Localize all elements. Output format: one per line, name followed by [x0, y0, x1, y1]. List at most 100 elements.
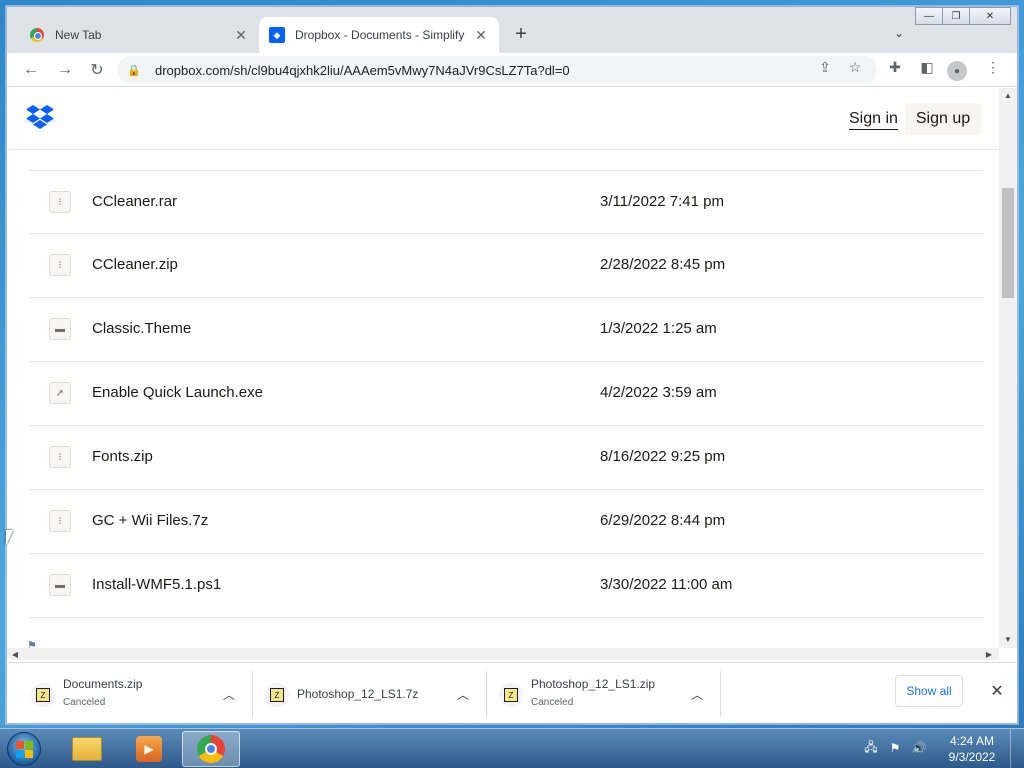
show-desktop-button[interactable]: [1010, 729, 1024, 768]
profile-avatar[interactable]: ●: [947, 61, 967, 81]
windows-logo-icon: [7, 732, 41, 766]
generic-file-icon: ▬: [49, 574, 71, 596]
generic-file-icon: ▬: [49, 318, 71, 340]
flag-icon: ⚑: [27, 640, 37, 648]
chevron-up-icon[interactable]: ︿: [220, 685, 238, 703]
minimize-button[interactable]: —: [915, 7, 943, 25]
clock-time: 4:24 AM: [949, 734, 995, 748]
taskbar: ▶ 🖧 ⚑ 🔊 4:24 AM 9/3/2022: [0, 728, 1024, 768]
zip-file-icon: Z: [265, 683, 289, 707]
chevron-up-icon[interactable]: ︿: [688, 685, 706, 703]
start-button[interactable]: [4, 730, 44, 768]
horizontal-scrollbar[interactable]: ◀ ▶: [7, 648, 999, 660]
file-row[interactable]: ⁝ CCleaner.rar 3/11/2022 7:41 pm: [29, 170, 983, 234]
show-all-button[interactable]: Show all: [895, 675, 963, 707]
network-icon[interactable]: 🖧: [862, 739, 880, 757]
archive-file-icon: ⁝: [49, 254, 71, 276]
file-date: 3/30/2022 11:00 am: [600, 576, 733, 593]
download-status: Canceled: [63, 697, 106, 708]
new-tab-button[interactable]: +: [509, 22, 533, 46]
folder-icon: [72, 737, 102, 761]
file-name[interactable]: GC + Wii Files.7z: [92, 512, 208, 529]
file-row[interactable]: ➚ Enable Quick Launch.exe 4/2/2022 3:59 …: [29, 362, 983, 426]
scroll-right-arrow-icon[interactable]: ▶: [983, 649, 995, 659]
tab-title: New Tab: [55, 28, 102, 42]
vertical-scrollbar[interactable]: ▲ ▼: [999, 88, 1017, 648]
close-icon[interactable]: ✕: [473, 27, 489, 43]
archive-file-icon: ⁝: [49, 510, 71, 532]
window-close-button[interactable]: ✕: [969, 7, 1011, 25]
sign-up-button[interactable]: Sign up: [905, 103, 981, 135]
dropbox-logo-icon[interactable]: [25, 104, 55, 130]
download-item[interactable]: Z Documents.zip Canceled ︿: [19, 671, 253, 717]
reload-button[interactable]: ↻: [85, 58, 109, 82]
file-row[interactable]: ⁝ CCleaner.zip 2/28/2022 8:45 pm: [29, 234, 983, 298]
close-downloads-icon[interactable]: ✕: [985, 679, 1009, 703]
zip-file-icon: Z: [31, 683, 55, 707]
window-controls: — ❐ ✕: [915, 7, 1011, 25]
browser-window: New Tab ✕ ◆ Dropbox - Documents - Simpli…: [6, 6, 1018, 724]
file-row[interactable]: ▬ Classic.Theme 1/3/2022 1:25 am: [29, 298, 983, 362]
download-name: Photoshop_12_LS1.zip: [531, 677, 656, 691]
back-button[interactable]: ←: [19, 58, 43, 82]
chrome-icon: [197, 735, 225, 763]
file-name[interactable]: Fonts.zip: [92, 448, 153, 465]
file-name[interactable]: Install-WMF5.1.ps1: [92, 576, 221, 593]
dropbox-header: Sign in Sign up: [7, 88, 999, 150]
share-icon[interactable]: ⇪: [815, 57, 835, 77]
extensions-icon[interactable]: ✚: [885, 57, 905, 77]
file-name[interactable]: Enable Quick Launch.exe: [92, 384, 263, 401]
chrome-icon: [29, 27, 45, 43]
taskbar-explorer[interactable]: [58, 731, 116, 767]
download-item[interactable]: Z Photoshop_12_LS1.7z ︿: [253, 671, 487, 717]
tab-new-tab[interactable]: New Tab ✕: [19, 17, 259, 53]
clock-date: 9/3/2022: [948, 750, 996, 764]
download-item[interactable]: Z Photoshop_12_LS1.zip Canceled ︿: [487, 671, 721, 717]
lock-icon[interactable]: 🔒: [127, 63, 141, 77]
file-name[interactable]: Classic.Theme: [92, 320, 191, 337]
volume-icon[interactable]: 🔊: [910, 739, 928, 757]
forward-button[interactable]: →: [53, 58, 77, 82]
file-row[interactable]: ⁝ GC + Wii Files.7z 6/29/2022 8:44 pm: [29, 490, 983, 554]
restore-button[interactable]: ❐: [942, 7, 970, 25]
tab-search-button[interactable]: ⌄: [889, 23, 909, 43]
download-shelf: Z Documents.zip Canceled ︿ Z Photoshop_1…: [7, 662, 1017, 723]
dropbox-page: Sign in Sign up ⁝ CCleaner.rar 3/11/2022…: [7, 88, 999, 648]
mouse-cursor-icon: [6, 530, 13, 546]
archive-file-icon: ⁝: [49, 191, 71, 213]
scrollbar-thumb[interactable]: [1002, 188, 1014, 298]
menu-kebab-icon[interactable]: ⋮: [983, 57, 1003, 77]
scroll-up-arrow-icon[interactable]: ▲: [1002, 90, 1014, 100]
file-row[interactable]: ▬ Install-WMF5.1.ps1 3/30/2022 11:00 am: [29, 554, 983, 618]
sign-in-link[interactable]: Sign in: [849, 110, 898, 130]
file-date: 8/16/2022 9:25 pm: [600, 448, 726, 465]
url-text: dropbox.com/sh/cl9bu4qjxhk2liu/AAAem5vMw…: [155, 62, 570, 78]
file-row[interactable]: ⁝ Fonts.zip 8/16/2022 9:25 pm: [29, 426, 983, 490]
close-icon[interactable]: ✕: [233, 27, 249, 43]
file-name[interactable]: CCleaner.zip: [92, 256, 178, 273]
chevron-up-icon[interactable]: ︿: [454, 685, 472, 703]
tab-strip: New Tab ✕ ◆ Dropbox - Documents - Simpli…: [7, 7, 1017, 53]
download-status: Canceled: [531, 697, 574, 708]
scroll-left-arrow-icon[interactable]: ◀: [9, 649, 21, 659]
action-center-flag-icon[interactable]: ⚑: [886, 739, 904, 757]
side-panel-icon[interactable]: ◧: [917, 57, 937, 77]
taskbar-chrome[interactable]: [182, 731, 240, 767]
taskbar-media-player[interactable]: ▶: [120, 731, 178, 767]
file-date: 6/29/2022 8:44 pm: [600, 512, 726, 529]
file-date: 3/11/2022 7:41 pm: [600, 193, 724, 210]
scroll-down-arrow-icon[interactable]: ▼: [1002, 634, 1014, 644]
address-bar[interactable]: 🔒 dropbox.com/sh/cl9bu4qjxhk2liu/AAAem5v…: [117, 56, 877, 84]
tab-dropbox[interactable]: ◆ Dropbox - Documents - Simplify ✕: [259, 17, 499, 53]
file-date: 4/2/2022 3:59 am: [600, 384, 717, 401]
executable-file-icon: ➚: [49, 382, 71, 404]
dropbox-icon: ◆: [269, 27, 285, 43]
download-name: Documents.zip: [63, 677, 143, 691]
bookmark-star-icon[interactable]: ☆: [845, 57, 865, 77]
file-list: ⁝ CCleaner.rar 3/11/2022 7:41 pm ⁝ CClea…: [29, 170, 983, 618]
media-player-icon: ▶: [136, 736, 162, 762]
zip-file-icon: Z: [499, 683, 523, 707]
system-tray: 🖧 ⚑ 🔊: [862, 739, 928, 757]
file-name[interactable]: CCleaner.rar: [92, 193, 177, 210]
clock[interactable]: 4:24 AM 9/3/2022: [942, 733, 1002, 765]
